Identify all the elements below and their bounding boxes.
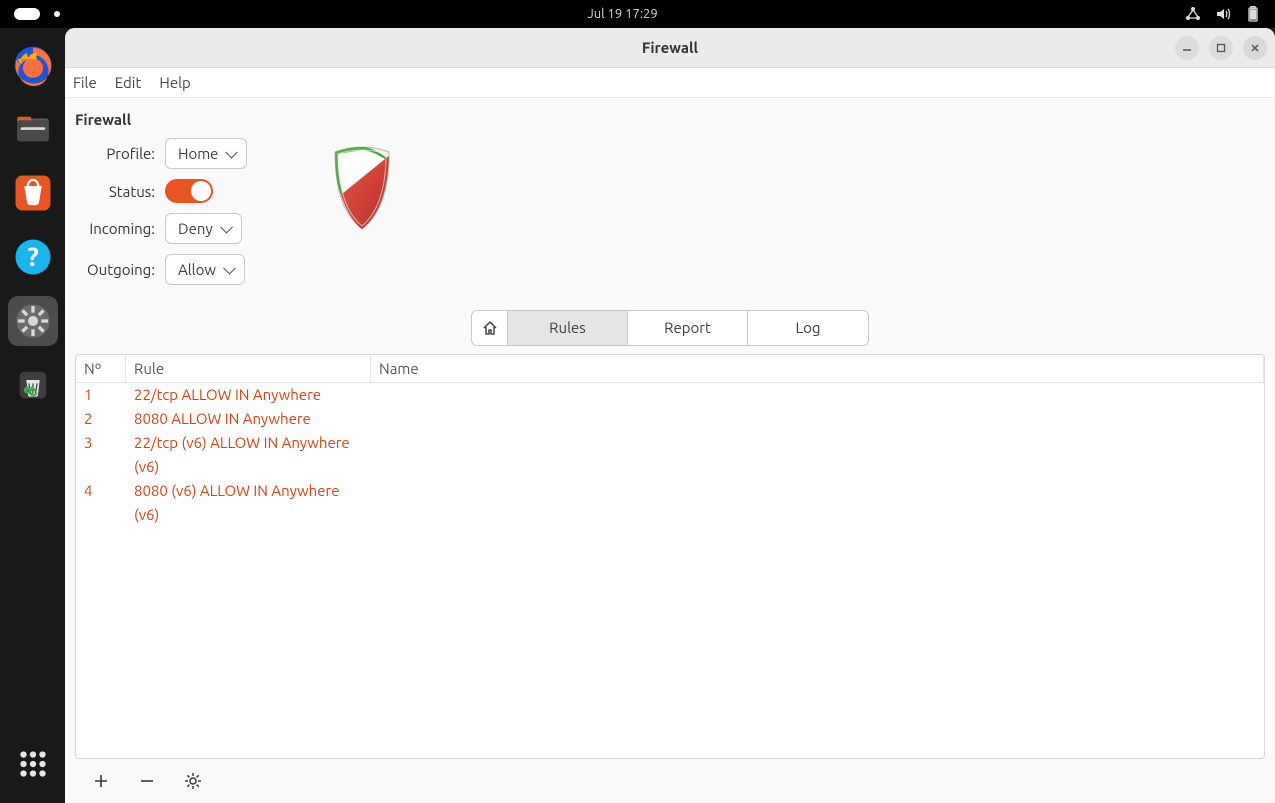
workspace-dot: [54, 11, 60, 17]
outgoing-select[interactable]: Allow: [165, 254, 245, 285]
incoming-value: Deny: [178, 220, 213, 237]
menu-edit[interactable]: Edit: [115, 74, 142, 91]
battery-icon[interactable]: [1245, 6, 1261, 22]
tab-report[interactable]: Report: [628, 311, 748, 345]
menubar: File Edit Help: [65, 68, 1275, 98]
edit-rule-button[interactable]: [183, 771, 203, 791]
home-icon: [481, 319, 499, 337]
outgoing-value: Allow: [178, 261, 216, 278]
system-topbar: Jul 19 17:29: [0, 0, 1275, 28]
gufw-shield-icon: [327, 144, 397, 234]
header-name[interactable]: Name: [371, 355, 1264, 382]
activities-pill[interactable]: [14, 8, 40, 20]
cell-name: [371, 407, 1264, 431]
cell-n: 2: [76, 407, 126, 431]
titlebar: Firewall: [65, 28, 1275, 68]
outgoing-label: Outgoing:: [75, 261, 155, 278]
window-title: Firewall: [642, 39, 698, 56]
app-heading: Firewall: [75, 111, 1265, 128]
minus-icon: [139, 773, 155, 789]
table-row[interactable]: 48080 (v6) ALLOW IN Anywhere (v6): [76, 479, 1264, 527]
cell-rule: 8080 ALLOW IN Anywhere: [126, 407, 371, 431]
view-switcher: Rules Report Log: [471, 310, 869, 346]
rules-table: Nº Rule Name 122/tcp ALLOW IN Anywhere28…: [75, 354, 1265, 759]
minimize-button[interactable]: [1175, 36, 1199, 60]
cell-n: 1: [76, 383, 126, 407]
profile-select[interactable]: Home: [165, 138, 247, 169]
dock-help[interactable]: ?: [8, 232, 58, 282]
header-n[interactable]: Nº: [76, 355, 126, 382]
cell-n: 3: [76, 431, 126, 479]
table-row[interactable]: 322/tcp (v6) ALLOW IN Anywhere (v6): [76, 431, 1264, 479]
status-toggle[interactable]: [165, 179, 213, 203]
profile-label: Profile:: [75, 145, 155, 162]
tab-rules[interactable]: Rules: [508, 311, 628, 345]
cell-name: [371, 383, 1264, 407]
cell-n: 4: [76, 479, 126, 527]
network-icon[interactable]: [1185, 6, 1201, 22]
cell-rule: 8080 (v6) ALLOW IN Anywhere (v6): [126, 479, 371, 527]
plus-icon: [93, 773, 109, 789]
cell-rule: 22/tcp (v6) ALLOW IN Anywhere (v6): [126, 431, 371, 479]
dock-files[interactable]: [8, 104, 58, 154]
header-rule[interactable]: Rule: [126, 355, 371, 382]
dock: ?: [0, 28, 65, 803]
dock-show-apps[interactable]: [8, 739, 58, 789]
dock-settings[interactable]: [8, 296, 58, 346]
cell-name: [371, 479, 1264, 527]
footer-toolbar: [75, 759, 1265, 803]
incoming-label: Incoming:: [75, 220, 155, 237]
clock[interactable]: Jul 19 17:29: [587, 7, 657, 21]
dock-trash[interactable]: [8, 360, 58, 410]
dock-firefox[interactable]: [8, 40, 58, 90]
cell-name: [371, 431, 1264, 479]
app-window: Firewall File Edit Help Firewall Profile…: [65, 28, 1275, 803]
remove-rule-button[interactable]: [137, 771, 157, 791]
profile-value: Home: [178, 145, 218, 162]
menu-file[interactable]: File: [73, 74, 97, 91]
table-row[interactable]: 28080 ALLOW IN Anywhere: [76, 407, 1264, 431]
tab-log[interactable]: Log: [748, 311, 868, 345]
incoming-select[interactable]: Deny: [165, 213, 242, 244]
close-button[interactable]: [1243, 36, 1267, 60]
add-rule-button[interactable]: [91, 771, 111, 791]
gear-icon: [184, 772, 202, 790]
cell-rule: 22/tcp ALLOW IN Anywhere: [126, 383, 371, 407]
volume-icon[interactable]: [1215, 6, 1231, 22]
tab-home[interactable]: [472, 311, 508, 345]
svg-text:?: ?: [27, 242, 39, 271]
maximize-button[interactable]: [1209, 36, 1233, 60]
dock-software[interactable]: [8, 168, 58, 218]
table-row[interactable]: 122/tcp ALLOW IN Anywhere: [76, 383, 1264, 407]
status-label: Status:: [75, 183, 155, 200]
menu-help[interactable]: Help: [159, 74, 190, 91]
